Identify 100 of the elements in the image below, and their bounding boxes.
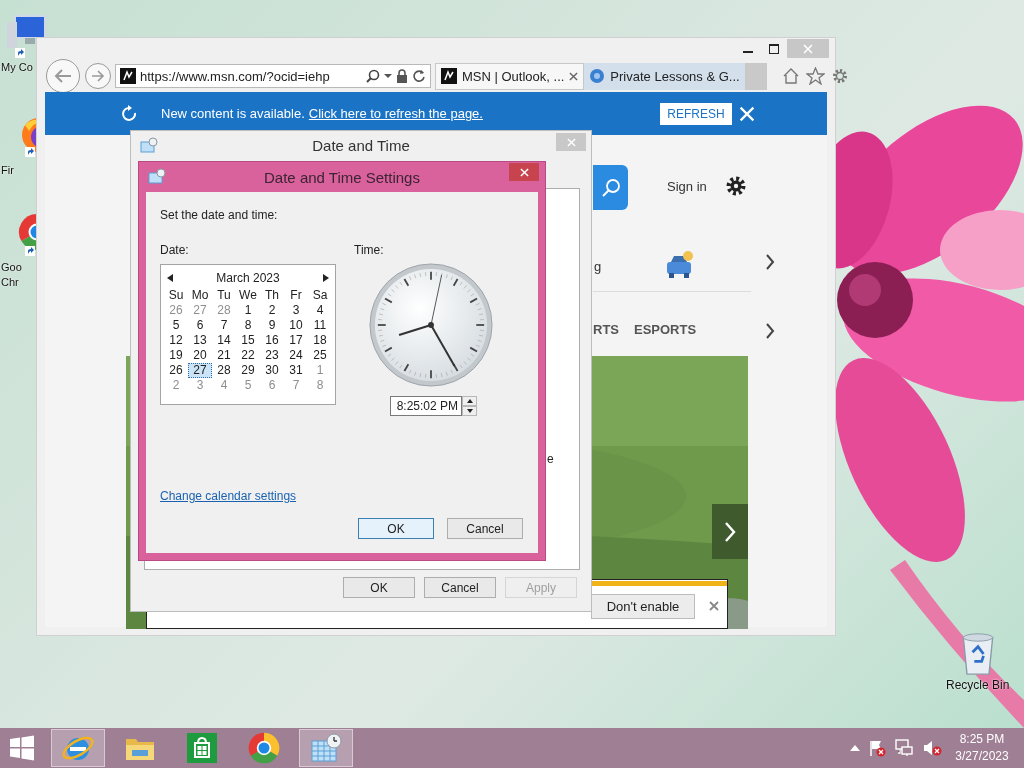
- window-title: Date and Time Settings: [264, 168, 420, 186]
- close-tab-icon[interactable]: [569, 71, 579, 81]
- calendar-day[interactable]: 4: [308, 303, 332, 318]
- caret-icon[interactable]: [384, 73, 392, 79]
- muted-speaker-icon[interactable]: [922, 739, 942, 757]
- calendar-day[interactable]: 26: [164, 363, 188, 378]
- caret-up-icon[interactable]: [850, 745, 860, 751]
- calendar-settings-link[interactable]: Change calendar settings: [160, 489, 297, 503]
- weekday-header: Mo: [190, 288, 210, 303]
- site-icon: [441, 68, 457, 84]
- calendar-day[interactable]: 14: [212, 333, 236, 348]
- month-title[interactable]: March 2023: [216, 271, 280, 285]
- calendar-day[interactable]: 10: [284, 318, 308, 333]
- back-arrow-icon[interactable]: [54, 69, 72, 83]
- dialog-button[interactable]: OK: [343, 577, 415, 598]
- calendar-day[interactable]: 25: [308, 348, 332, 363]
- sign-in-link[interactable]: Sign in: [667, 179, 707, 194]
- time-label: Time:: [354, 243, 384, 257]
- desktop-icon-label: Recycle Bin: [946, 678, 1010, 693]
- calendar-day[interactable]: 30: [260, 363, 284, 378]
- lock-icon: [396, 69, 408, 83]
- calendar-day[interactable]: 23: [260, 348, 284, 363]
- notification-text: New content is available.: [161, 106, 305, 121]
- calendar-clock-icon: [140, 137, 158, 153]
- search-button[interactable]: [593, 165, 628, 210]
- refresh-link[interactable]: Click here to refresh the page.: [308, 106, 483, 121]
- calendar-day[interactable]: 22: [236, 348, 260, 363]
- next-month-button[interactable]: [323, 274, 329, 282]
- network-icon[interactable]: [894, 739, 914, 757]
- weekday-header: Th: [264, 288, 280, 303]
- time-spinner[interactable]: [462, 396, 477, 416]
- close-icon[interactable]: [709, 601, 719, 611]
- taskbar-app-button[interactable]: [299, 729, 353, 767]
- calendar-day[interactable]: 17: [284, 333, 308, 348]
- site-icon: [589, 68, 606, 84]
- clock-time[interactable]: 8:25 PM: [959, 731, 1005, 748]
- address-bar[interactable]: https://www.msn.com/?ocid=iehp: [115, 64, 431, 88]
- calendar-day[interactable]: 5: [164, 318, 188, 333]
- calendar-day[interactable]: 2: [260, 303, 284, 318]
- calendar-day[interactable]: 15: [236, 333, 260, 348]
- calendar-day[interactable]: 19: [164, 348, 188, 363]
- previous-month-button[interactable]: [167, 274, 173, 282]
- weekday-header: We: [238, 288, 258, 303]
- calendar-day[interactable]: 20: [188, 348, 212, 363]
- calendar-day[interactable]: 31: [284, 363, 308, 378]
- calendar-day[interactable]: 16: [260, 333, 284, 348]
- flag-icon[interactable]: [868, 739, 886, 757]
- browser-tab[interactable]: MSN | Outlook, ...: [435, 62, 585, 90]
- dialog-button[interactable]: Cancel: [447, 518, 523, 539]
- next-slide-button[interactable]: [712, 504, 748, 559]
- weekday-header: Sa: [311, 288, 329, 303]
- chrome-icon: [247, 731, 281, 765]
- refresh-button[interactable]: REFRESH: [660, 102, 732, 125]
- calendar-day[interactable]: 8: [236, 318, 260, 333]
- calendar-day[interactable]: 18: [308, 333, 332, 348]
- weekday-header: Su: [167, 288, 185, 303]
- desktop-icon-label: Goo Chr: [1, 260, 23, 290]
- maximize-icon[interactable]: [769, 43, 779, 54]
- category-tab[interactable]: ESPORTS: [634, 322, 697, 337]
- text-fragment: g: [594, 259, 602, 274]
- desktop-icon-label: My Co: [1, 60, 33, 75]
- calendar-day[interactable]: 11: [308, 318, 332, 333]
- calendar-day[interactable]: 28: [212, 363, 236, 378]
- search-icon[interactable]: [366, 69, 380, 83]
- browser-tab[interactable]: Private Lessons & G...: [584, 62, 745, 90]
- close-button[interactable]: [509, 163, 539, 181]
- calendar-day[interactable]: 29: [236, 363, 260, 378]
- time-field[interactable]: 8:25:02 PM: [390, 396, 462, 416]
- forward-arrow-icon[interactable]: [91, 70, 105, 82]
- calendar-day[interactable]: 7: [212, 318, 236, 333]
- instruction-text: Set the date and time:: [160, 208, 279, 222]
- date-label: Date:: [160, 243, 190, 257]
- clock-date[interactable]: 3/27/2023: [955, 748, 1009, 765]
- site-icon: [120, 68, 136, 84]
- dialog-button[interactable]: Cancel: [424, 577, 496, 598]
- dialog-button[interactable]: OK: [358, 518, 434, 539]
- chevron-right-icon[interactable]: [765, 254, 775, 270]
- calendar-day[interactable]: 1: [308, 363, 332, 378]
- calendar-day[interactable]: 3: [284, 303, 308, 318]
- dont-enable-button[interactable]: Don't enable: [591, 594, 695, 619]
- refresh-icon[interactable]: [121, 104, 139, 123]
- star-icon[interactable]: [805, 67, 825, 85]
- calendar-day[interactable]: 12: [164, 333, 188, 348]
- back-button[interactable]: [46, 59, 80, 93]
- calendar-day[interactable]: 27: [188, 363, 212, 378]
- text-fragment: e: [547, 452, 554, 466]
- home-icon[interactable]: [781, 67, 800, 85]
- windows-logo-icon[interactable]: [9, 735, 35, 761]
- calendar-day[interactable]: 9: [260, 318, 284, 333]
- calendar-day[interactable]: 21: [212, 348, 236, 363]
- calendar-day[interactable]: 13: [188, 333, 212, 348]
- calendar-day[interactable]: 6: [188, 318, 212, 333]
- taskbar-app-button[interactable]: [51, 729, 105, 767]
- refresh-icon[interactable]: [412, 69, 426, 83]
- settings-icon[interactable]: [725, 175, 747, 197]
- calendar-day[interactable]: 24: [284, 348, 308, 363]
- forward-button[interactable]: [85, 63, 111, 89]
- chevron-right-icon[interactable]: [765, 323, 775, 339]
- calendar-day[interactable]: 1: [236, 303, 260, 318]
- category-tab[interactable]: RTS: [593, 322, 619, 337]
